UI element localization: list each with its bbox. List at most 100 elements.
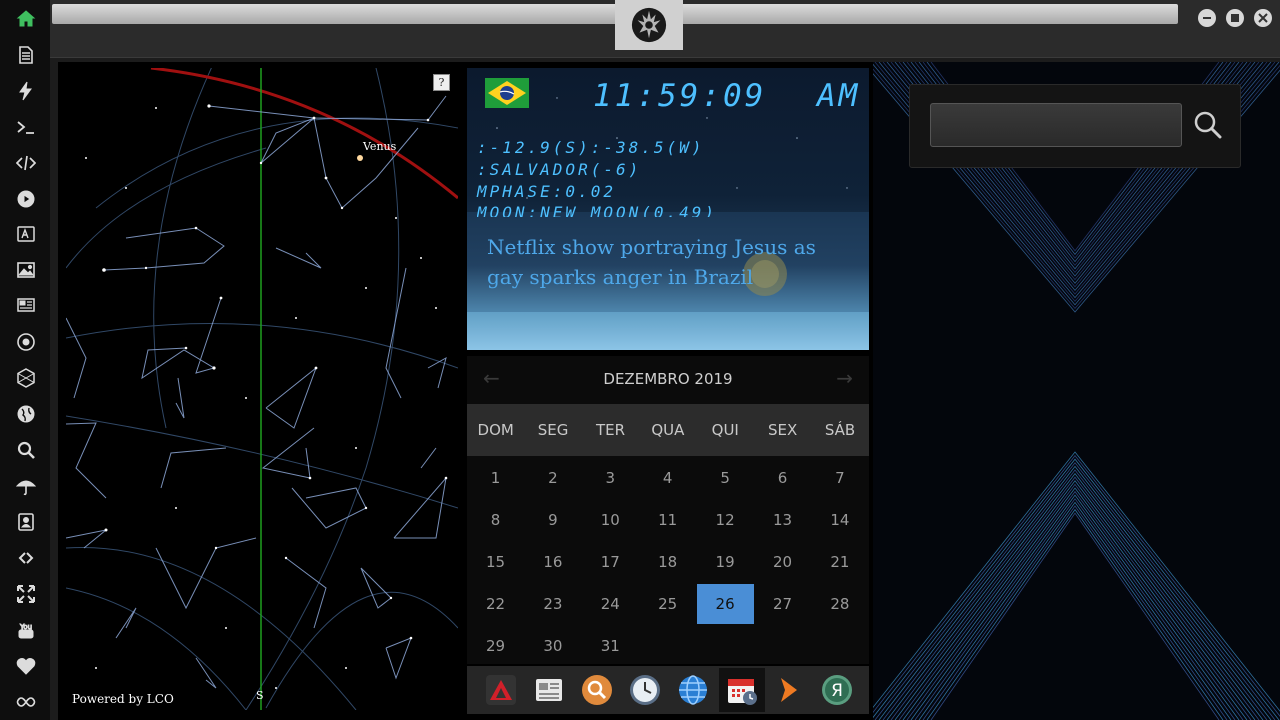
arrow-app-icon[interactable] [771,672,807,708]
sidebar-item-hexagon[interactable] [13,365,39,391]
minimize-icon [1203,17,1211,19]
calendar-day[interactable]: 11 [639,500,696,540]
logo-tab[interactable] [615,0,683,50]
sidebar-item-play[interactable] [13,186,39,212]
clock-city: :SALVADOR(-6) [477,160,642,179]
weekday-label: SEG [537,421,569,439]
calendar-day[interactable]: 4 [639,458,696,498]
calendar-day[interactable]: 23 [524,584,581,624]
help-button[interactable]: ? [433,74,450,91]
calendar-day[interactable]: 2 [524,458,581,498]
calendar-day[interactable]: 18 [639,542,696,582]
sidebar-item-globe[interactable] [13,401,39,427]
search-app-icon[interactable] [579,672,615,708]
calendar-day[interactable]: 12 [697,500,754,540]
clock-widget: 11:59:09 AM :-12.9(S):-38.5(W) :SALVADOR… [467,68,869,350]
sky-map[interactable]: Venus ? Powered by LCO S [66,68,458,710]
clock-coordinates: :-12.9(S):-38.5(W) [477,138,705,157]
calendar-day[interactable]: 30 [524,626,581,666]
browser-globe-icon[interactable] [675,672,711,708]
news-reader-icon[interactable] [531,672,567,708]
calendar-day[interactable]: 13 [754,500,811,540]
rebel-icon [17,333,35,351]
calendar-day[interactable]: 15 [467,542,524,582]
sidebar-item-search[interactable] [13,437,39,463]
link-icon [18,552,34,564]
minimize-button[interactable] [1198,9,1216,27]
sidebar-item-image[interactable] [13,257,39,283]
youtube-icon: YouTube [17,623,33,640]
sidebar-item-contact[interactable] [13,509,39,535]
weekday-label: SEX [768,421,798,439]
terminal-icon [17,121,34,134]
maximize-button[interactable] [1226,9,1244,27]
close-button[interactable] [1254,9,1272,27]
moon-phase: MPHASE:0.02 [477,182,616,201]
sidebar-item-newspaper[interactable] [13,292,39,318]
code-icon [16,155,36,171]
calendar-day[interactable]: 7 [811,458,868,498]
calendar-day[interactable]: 22 [467,584,524,624]
calendar-day[interactable]: 10 [582,500,639,540]
sidebar-item-code[interactable] [13,150,39,176]
search-input[interactable] [930,103,1182,147]
direction-label: S [256,689,264,702]
sidebar-item-document[interactable] [13,42,39,68]
calendar-day[interactable]: 31 [582,626,639,666]
calendar-day[interactable]: 9 [524,500,581,540]
calendar-day[interactable]: 14 [811,500,868,540]
sidebar-item-rebel[interactable] [13,329,39,355]
calendar-day[interactable]: 21 [811,542,868,582]
powered-by-credit[interactable]: Powered by LCO [72,692,174,706]
next-month-button[interactable]: → [836,366,853,390]
contact-icon [18,513,34,531]
calendar-day[interactable]: 17 [582,542,639,582]
calendar-day[interactable]: 29 [467,626,524,666]
hexagon-icon [17,368,35,388]
calendar-day[interactable]: 20 [754,542,811,582]
search-button[interactable] [1190,105,1226,145]
sidebar-item-youtube[interactable]: You Tube [13,617,39,643]
clock-app-icon[interactable] [627,672,663,708]
sidebar-item-expand[interactable] [13,581,39,607]
search-icon [17,441,35,459]
calendar-day[interactable]: 27 [754,584,811,624]
moon-status: MOON:NEW MOON(0.49) [477,203,718,217]
maximize-icon [1231,14,1239,22]
sidebar-item-link[interactable] [13,545,39,571]
calendar-day[interactable]: 8 [467,500,524,540]
weekday-label: SÁB [824,421,856,439]
calendar-day[interactable]: 16 [524,542,581,582]
sidebar-item-infinity[interactable] [13,689,39,715]
weekday-label: TER [595,421,625,439]
calendar-day[interactable]: 19 [697,542,754,582]
calendar-day[interactable]: 24 [582,584,639,624]
svg-text:Tube: Tube [18,632,33,639]
calendar-day[interactable]: 25 [639,584,696,624]
news-headline[interactable]: Netflix show portraying Jesus as gay spa… [487,232,857,292]
sidebar-item-translate[interactable] [13,221,39,247]
calendar-day[interactable]: 3 [582,458,639,498]
app-red-triangle-icon[interactable] [483,672,519,708]
top-bar [50,0,1280,58]
sidebar-item-umbrella[interactable] [13,473,39,499]
yandex-icon[interactable]: Я [819,672,855,708]
calendar-day[interactable]: 5 [697,458,754,498]
calendar-day[interactable]: 6 [754,458,811,498]
weekday-header: DOM SEG TER QUA QUI SEX SÁB [467,404,869,456]
weekday-label: QUI [711,421,739,439]
clock-time: 11:59:09 [593,78,767,114]
sidebar-item-lightning[interactable] [13,78,39,104]
calendar-day[interactable]: 28 [811,584,868,624]
calendar-day[interactable]: 1 [467,458,524,498]
sidebar: You Tube [0,0,50,720]
calendar-day-today[interactable]: 26 [696,584,754,624]
sidebar-item-heart[interactable] [13,653,39,679]
brazil-flag-icon [485,78,529,108]
sidebar-item-home[interactable] [13,6,39,32]
calendar-app-icon[interactable] [719,668,765,712]
sidebar-item-terminal[interactable] [13,114,39,140]
calendar-month-title: DEZEMBRO 2019 [603,370,733,388]
weekday-label: QUA [651,421,685,439]
play-icon [17,190,35,208]
